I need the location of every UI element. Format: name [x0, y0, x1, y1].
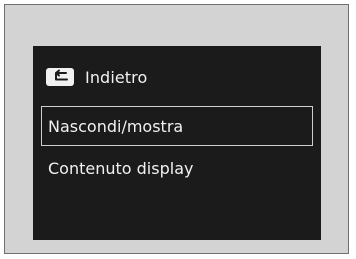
- menu-item-nascondi-mostra[interactable]: Nascondi/mostra: [41, 106, 313, 146]
- menu-item-label: Nascondi/mostra: [48, 116, 184, 136]
- back-label: Indietro: [85, 67, 148, 87]
- display-screen: Indietro Nascondi/mostra Contenuto displ…: [33, 46, 321, 240]
- menu-item-contenuto-display[interactable]: Contenuto display: [41, 153, 313, 183]
- display-frame: Indietro Nascondi/mostra Contenuto displ…: [4, 4, 349, 254]
- menu-item-label: Contenuto display: [48, 158, 194, 178]
- back-menu-item[interactable]: Indietro: [43, 64, 243, 90]
- back-arrow-icon: [46, 68, 74, 86]
